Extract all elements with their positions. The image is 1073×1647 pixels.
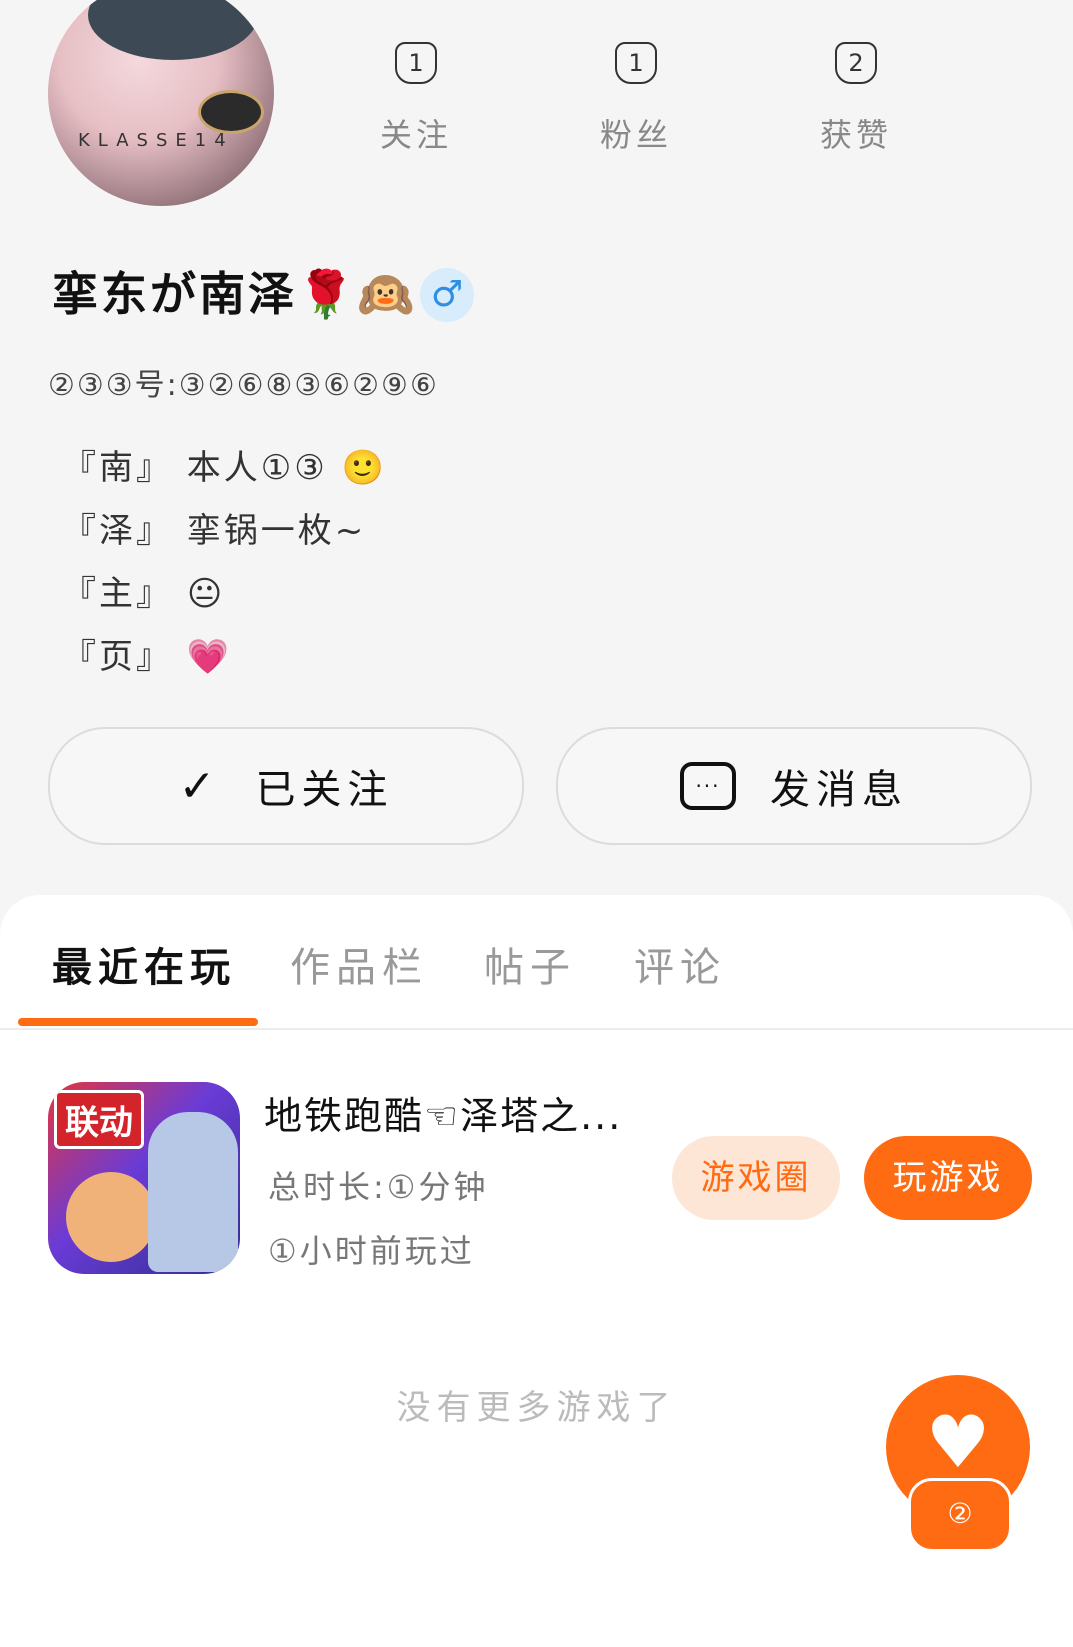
- bio-line-2-text: 『泽』 挛锅一枚~: [62, 511, 367, 551]
- send-message-label: 发消息: [770, 767, 908, 813]
- stat-likes-count: 2: [835, 42, 877, 84]
- bio-line-4-emoji: 💗: [186, 637, 233, 677]
- bio-line-2: 『泽』 挛锅一枚~: [62, 503, 366, 552]
- bio-line-3-text: 『主』: [62, 574, 173, 614]
- game-title[interactable]: 地铁跑酷☜泽塔之...: [264, 1085, 622, 1140]
- play-game-button[interactable]: 玩游戏: [864, 1136, 1032, 1220]
- chat-bubble-dots: ···: [695, 774, 721, 798]
- checkmark-icon: ✓: [178, 760, 222, 812]
- game-collab-badge: 联动: [54, 1090, 144, 1149]
- avatar-hair: [88, 0, 258, 60]
- active-tab-indicator: [18, 1018, 258, 1026]
- bio-line-1: 『南』 本人①③ 🙂: [62, 440, 387, 489]
- stat-followers-count: 1: [615, 42, 657, 84]
- game-last-played: ①小时前玩过: [268, 1232, 475, 1270]
- avatar[interactable]: KLASSE14: [48, 0, 274, 206]
- user-id[interactable]: ②③③号:③②⑥⑧③⑥②⑨⑥: [48, 360, 439, 404]
- like-count-badge: ②: [908, 1478, 1012, 1552]
- monkey-emoji: 🙉: [357, 267, 418, 321]
- stat-following-count: 1: [395, 42, 437, 84]
- tab-divider: [0, 1028, 1073, 1030]
- rose-emoji: 🌹: [297, 267, 358, 321]
- chat-bubble-icon: ···: [680, 762, 736, 810]
- profile-name: 挛东が南泽🌹🙉: [52, 258, 418, 324]
- bio-line-1-emoji: 🙂: [341, 448, 387, 488]
- followed-button-label: 已关注: [255, 767, 394, 813]
- game-total-time: 总时长:①分钟: [268, 1168, 489, 1206]
- tab-recently-played[interactable]: 最近在玩: [52, 935, 236, 993]
- avatar-watch: [198, 90, 264, 134]
- bio-line-1-text: 『南』 本人①③: [62, 448, 328, 488]
- stat-following-label: 关注: [379, 116, 452, 154]
- stat-following[interactable]: 1 关注: [356, 42, 476, 156]
- stat-followers[interactable]: 1 粉丝: [576, 42, 696, 156]
- stat-likes-label: 获赞: [819, 116, 892, 154]
- avatar-brand-text: KLASSE14: [78, 130, 234, 151]
- tab-comments[interactable]: 评论: [634, 935, 726, 993]
- tab-posts[interactable]: 帖子: [484, 935, 576, 993]
- bio-line-4-text: 『页』: [62, 637, 173, 677]
- game-icon[interactable]: 联动: [48, 1082, 240, 1274]
- gender-male-icon: ♂: [420, 268, 474, 322]
- bio-line-3: 『主』 😐: [62, 566, 225, 615]
- tab-works[interactable]: 作品栏: [290, 935, 428, 993]
- game-icon-hero: [148, 1112, 238, 1272]
- send-message-button[interactable]: ··· 发消息: [556, 727, 1032, 845]
- stat-followers-label: 粉丝: [599, 116, 672, 154]
- bio-line-4: 『页』 💗: [62, 629, 232, 678]
- bio-line-3-emoji: 😐: [186, 574, 226, 614]
- profile-name-text: 挛东が南泽: [52, 267, 297, 321]
- stat-likes[interactable]: 2 获赞: [796, 42, 916, 156]
- game-circle-button[interactable]: 游戏圈: [672, 1136, 840, 1220]
- followed-button[interactable]: ✓ 已关注: [48, 727, 524, 845]
- game-icon-character: [66, 1172, 156, 1262]
- heart-icon: ♥: [925, 1400, 991, 1484]
